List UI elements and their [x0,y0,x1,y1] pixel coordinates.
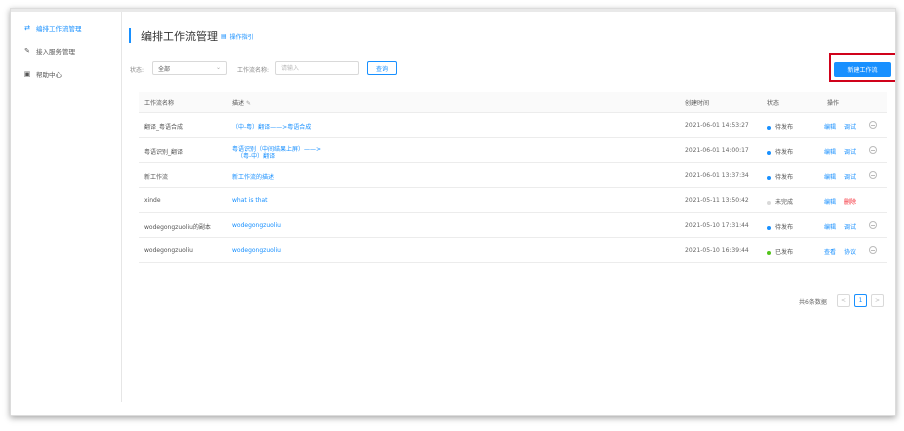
status-select[interactable]: 全部 ⌄ [152,61,227,75]
status-filter-label: 状态: [130,67,145,74]
status-select-value: 全部 [158,65,171,73]
row-created-time: 2021-06-01 14:00:17 [685,147,749,154]
pagination-next-button[interactable]: > [871,294,884,307]
row-status-label: 未完成 [775,199,794,206]
row-action-primary[interactable]: 编辑 [824,147,836,156]
sidebar-item-workflow-management[interactable]: ⇄ 编排工作流管理 [23,22,82,34]
row-status-label: 待发布 [775,149,794,156]
row-description: wodegongzuoliu [232,222,281,229]
row-action-secondary[interactable]: 协议 [844,247,856,256]
row-status: 待发布 [767,172,793,181]
row-workflow-name: xinde [144,197,161,204]
row-description: 新工作流的描述 [232,174,275,181]
workflow-name-input[interactable] [275,61,359,75]
more-options-icon[interactable] [869,171,877,179]
row-action-primary[interactable]: 编辑 [824,222,836,231]
row-status: 待发布 [767,122,793,131]
status-dot-icon [767,250,771,255]
row-created-time: 2021-05-10 16:39:44 [685,247,749,254]
row-description: （中-粤）翻译——>粤语合成 [232,124,312,131]
row-status: 待发布 [767,222,793,231]
row-action-secondary[interactable]: 调试 [844,122,856,131]
row-workflow-name: wodegongzuoliu [144,247,193,254]
sidebar-item-label: 编排工作流管理 [36,25,82,33]
sidebar-item-label: 帮助中心 [36,71,62,79]
row-action-primary[interactable]: 编辑 [824,172,836,181]
top-strip [11,9,895,12]
row-action-secondary[interactable]: 调试 [844,172,856,181]
row-description: what is that [232,197,268,204]
row-status-label: 待发布 [775,224,794,231]
table-row: 粤语识别_翻译 粤语识别（中间结果上屏）——> （粤-中）翻译 2021-06-01 … [139,138,887,163]
new-workflow-button[interactable]: 新建工作流 [834,62,891,77]
more-options-icon[interactable] [869,121,877,129]
operation-guide-label: 操作指引 [229,34,254,41]
row-action-secondary[interactable]: 删除 [844,197,856,206]
row-action-primary[interactable]: 编辑 [824,197,836,206]
column-header-name: 工作流名称 [144,100,175,107]
table-row: xinde what is that 2021-05-11 13:50:42 未完成 编… [139,188,887,213]
query-button[interactable]: 查询 [367,61,397,75]
row-created-time: 2021-05-10 17:31:44 [685,222,749,229]
row-workflow-name: 翻译_粤语合成 [144,124,184,131]
pagination-prev-button[interactable]: < [837,294,850,307]
status-dot-icon [767,125,771,130]
query-button-label: 查询 [375,65,388,73]
row-status-label: 待发布 [775,124,794,131]
column-header-status: 状态 [767,100,780,107]
more-options-icon[interactable] [869,221,877,229]
status-dot-icon [767,175,771,180]
operation-guide-link[interactable]: ▤ 操作指引 [221,32,254,41]
edit-icon: ✎ [245,100,251,107]
more-options-icon[interactable] [869,146,877,154]
row-action-secondary[interactable]: 调试 [844,147,856,156]
row-action-secondary[interactable]: 调试 [844,222,856,231]
row-status: 未完成 [767,197,793,206]
row-action-primary[interactable]: 编辑 [824,122,836,131]
row-status: 待发布 [767,147,793,156]
status-dot-icon [767,150,771,155]
row-created-time: 2021-06-01 14:53:27 [685,122,749,129]
column-header-description-label: 描述 [232,100,245,107]
row-workflow-name: 粤语识别_翻译 [144,149,184,156]
row-created-time: 2021-05-11 13:50:42 [685,197,749,204]
edit-pen-icon: ✎ [24,47,30,55]
pagination-page-button[interactable]: 1 [854,294,867,307]
sidebar-item-service-access[interactable]: ✎ 接入服务管理 [23,45,75,57]
table-row: wodegongzuoliu的副本 wodegongzuoliu 2021-05-1… [139,213,887,238]
document-icon: ▤ [221,33,227,40]
row-status-label: 待发布 [775,174,794,181]
status-dot-icon [767,225,771,230]
row-workflow-name: 新工作流 [144,174,169,181]
row-status: 已发布 [767,247,793,256]
sidebar-divider [121,12,122,402]
row-workflow-name: wodegongzuoliu的副本 [144,224,211,231]
sidebar: ⇄ 编排工作流管理 ✎ 接入服务管理 ▣ 帮助中心 [11,12,121,415]
column-header-created: 创建时间 [685,100,710,107]
column-header-description: 描述 ✎ [232,98,251,107]
row-description-line2: （粤-中）翻译 [237,153,276,160]
row-action-primary[interactable]: 查看 [824,247,836,256]
sidebar-item-label: 接入服务管理 [36,48,75,56]
title-accent-bar [129,28,131,43]
table-header: 工作流名称 描述 ✎ 创建时间 状态 操作 [139,92,887,113]
row-created-time: 2021-06-01 13:37:34 [685,172,749,179]
table-row: 新工作流 新工作流的描述 2021-06-01 13:37:34 待发布 编辑 调试 [139,163,887,188]
workflow-icon: ⇄ [24,24,30,32]
workflow-name-label: 工作流名称: [237,67,270,74]
status-dot-icon [767,200,771,205]
chevron-down-icon: ⌄ [215,64,221,71]
app-window: ⇄ 编排工作流管理 ✎ 接入服务管理 ▣ 帮助中心 编排工作流管理 ▤ 操作指引… [10,8,896,416]
column-header-action: 操作 [827,100,840,107]
calendar-icon: ▣ [23,70,31,78]
more-options-icon[interactable] [869,246,877,254]
table-row: 翻译_粤语合成 （中-粤）翻译——>粤语合成 2021-06-01 14:53:27… [139,113,887,138]
table-row: wodegongzuoliu wodegongzuoliu 2021-05-10 1… [139,238,887,263]
sidebar-item-help-center[interactable]: ▣ 帮助中心 [23,68,62,80]
row-status-label: 已发布 [775,249,794,256]
page-title: 编排工作流管理 [141,30,218,43]
row-description: wodegongzuoliu [232,247,281,254]
pagination-total: 共6条数据 [799,299,827,306]
